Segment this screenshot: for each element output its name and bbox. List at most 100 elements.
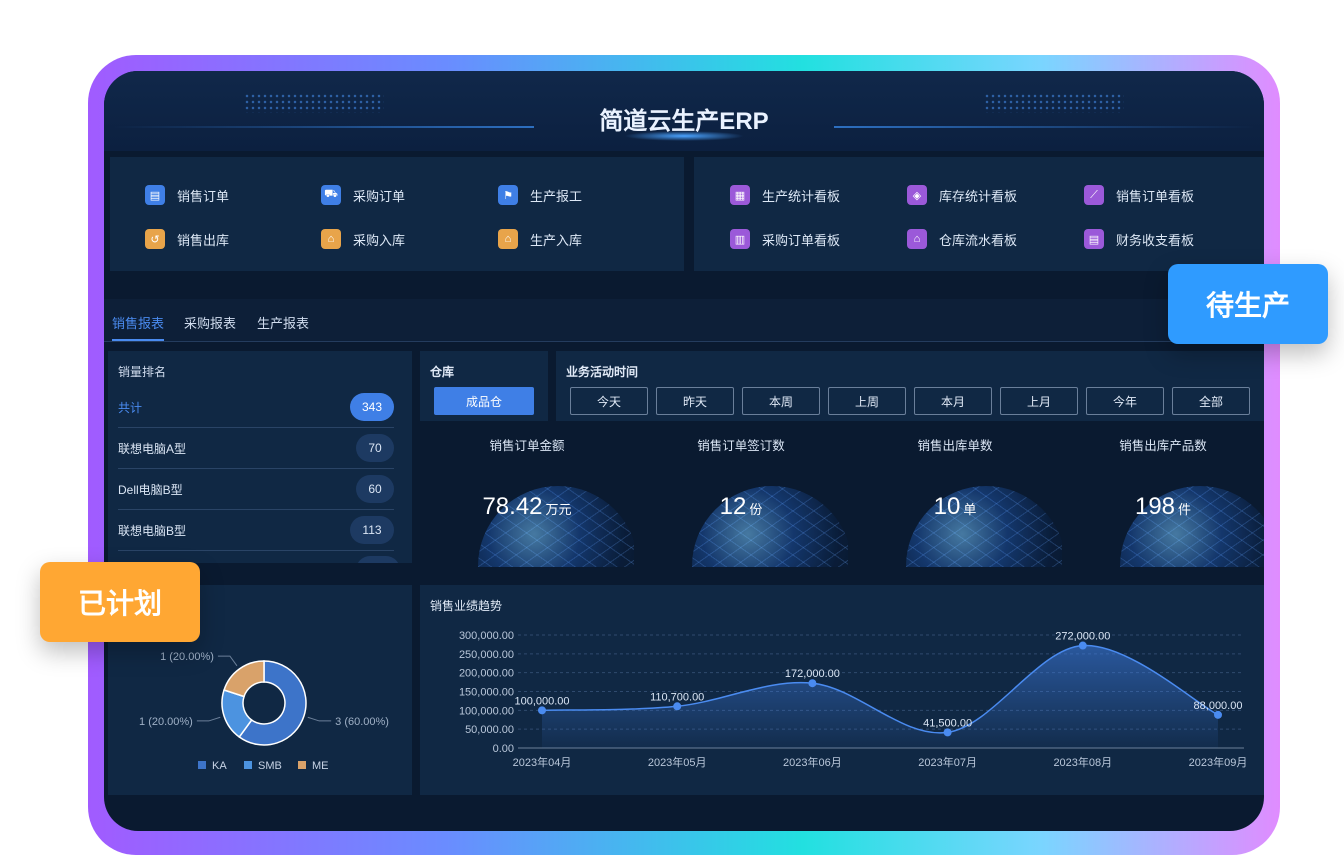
- kpi-outbound-order-count: 销售出库单数 10 单: [848, 431, 1062, 567]
- nav-item-label: 财务收支看板: [1116, 232, 1195, 248]
- ranking-row-value: 113: [350, 516, 394, 544]
- dashboard-screen: 简道云生产ERP ▤ 销售订单 ⛟ 采购订单 ⚑ 生产报工 ↺ 销售出库 ⌂ 采…: [104, 71, 1264, 831]
- nav-item-production-report[interactable]: ⚑ 生产报工: [498, 185, 582, 205]
- time-option-last-week[interactable]: 上周: [828, 387, 906, 415]
- table-row[interactable]: Dell电脑B型 60: [118, 469, 394, 510]
- time-option-this-week[interactable]: 本周: [742, 387, 820, 415]
- nav-item-label: 生产入库: [530, 232, 583, 248]
- kpi-value: 78.42 万元: [482, 493, 572, 520]
- ranking-row-value: 60: [356, 475, 394, 503]
- trend-area: [542, 645, 1218, 748]
- nav-item-purchase-inbound[interactable]: ⌂ 采购入库: [321, 229, 405, 249]
- kpi-value: 10 单: [933, 493, 977, 520]
- y-tick-label: 300,000.00: [459, 630, 514, 642]
- nav-item-label: 仓库流水看板: [939, 232, 1018, 248]
- inbox-icon: ⌂: [321, 229, 341, 249]
- y-tick-label: 200,000.00: [459, 668, 514, 680]
- kpi-value: 12 份: [719, 493, 763, 520]
- data-label: 100,000.00: [514, 695, 569, 707]
- ranking-row-total[interactable]: 共计 343: [118, 387, 394, 428]
- x-tick-label: 2023年09月: [1189, 755, 1248, 769]
- time-option-yesterday[interactable]: 昨天: [656, 387, 734, 415]
- report-tabs: 销售报表 采购报表 生产报表: [104, 299, 1264, 342]
- data-label: 41,500.00: [923, 717, 972, 729]
- nav-item-label: 采购订单看板: [762, 232, 841, 248]
- sales-ranking-card: 销量排名 共计 343 联想电脑A型 70 Dell电脑B型 60 联想电脑B型…: [108, 351, 412, 563]
- data-label: 88,000.00: [1194, 700, 1243, 712]
- x-tick-label: 2023年08月: [1053, 755, 1112, 769]
- data-label: 272,000.00: [1055, 631, 1110, 643]
- x-tick-label: 2023年05月: [648, 755, 707, 769]
- sales-trend-card: 销售业绩趋势 300,000.00 250,000.00 200,000.00 150…: [420, 585, 1264, 795]
- table-row[interactable]: 联想电脑A型 70: [118, 428, 394, 469]
- ranking-row-name: 联想电脑B型: [118, 523, 187, 538]
- nav-item-sales-outbound[interactable]: ↺ 销售出库: [145, 229, 229, 249]
- x-tick-label: 2023年07月: [918, 755, 977, 769]
- nav-item-purchase-order-board[interactable]: ▥ 采购订单看板: [730, 229, 840, 249]
- line-chart-icon: ⟋: [1084, 185, 1104, 205]
- kpi-sales-order-amount: 销售订单金额 78.42 万元: [420, 431, 634, 567]
- nav-item-sales-order-board[interactable]: ⟋ 销售订单看板: [1084, 185, 1194, 205]
- flag-icon: ⚑: [498, 185, 518, 205]
- donut-label-line: [196, 716, 221, 722]
- dashboard-icon: ▦: [730, 185, 750, 205]
- kpi-value: 198 件: [1134, 493, 1192, 520]
- ranking-scroll-hint: [356, 556, 400, 563]
- x-tick-label: 2023年04月: [513, 755, 572, 769]
- tab-sales-report[interactable]: 销售报表: [112, 313, 165, 341]
- donut-slice: [223, 660, 265, 698]
- nav-item-label: 生产统计看板: [762, 188, 841, 204]
- warehouse-filter: 仓库 成品仓: [420, 351, 548, 421]
- nav-panel-operations: ▤ 销售订单 ⛟ 采购订单 ⚑ 生产报工 ↺ 销售出库 ⌂ 采购入库 ⌂ 生产入…: [110, 157, 684, 271]
- trend-point: [673, 702, 682, 711]
- money-icon: ▤: [1084, 229, 1104, 249]
- kpi-label: 销售订单金额: [489, 439, 565, 453]
- table-row[interactable]: 联想电脑B型 113: [118, 510, 394, 551]
- legend-swatch: [298, 761, 306, 769]
- time-option-this-month[interactable]: 本月: [914, 387, 992, 415]
- data-label: 110,700.00: [650, 691, 704, 703]
- box-icon: ◈: [907, 185, 927, 205]
- warehouse-label: 仓库: [430, 365, 455, 379]
- nav-item-sales-order[interactable]: ▤ 销售订单: [145, 185, 229, 205]
- tab-purchase-report[interactable]: 采购报表: [184, 313, 236, 332]
- legend-label: KA: [212, 760, 227, 772]
- nav-item-production-inbound[interactable]: ⌂ 生产入库: [498, 229, 582, 249]
- warehouse-option-finished[interactable]: 成品仓: [434, 387, 534, 415]
- donut-label-line: [307, 716, 332, 722]
- ranking-row-name: Dell电脑B型: [118, 482, 183, 497]
- time-option-today[interactable]: 今天: [570, 387, 648, 415]
- nav-item-warehouse-flow-board[interactable]: ⌂ 仓库流水看板: [907, 229, 1017, 249]
- nav-item-label: 销售订单看板: [1116, 188, 1195, 204]
- trend-chart: 300,000.00 250,000.00 200,000.00 150,000.00…: [459, 630, 1248, 769]
- ranking-row-name: 共计: [118, 400, 143, 415]
- header: 简道云生产ERP: [104, 71, 1264, 151]
- x-tick-label: 2023年06月: [783, 755, 842, 769]
- ranking-row-value: 343: [350, 393, 394, 421]
- nav-item-purchase-order[interactable]: ⛟ 采购订单: [321, 185, 405, 205]
- legend-label: ME: [312, 760, 329, 772]
- status-badge-planned: 已计划: [40, 562, 200, 642]
- nav-item-label: 采购订单: [353, 188, 406, 204]
- nav-item-label: 销售出库: [177, 232, 230, 248]
- tab-production-report[interactable]: 生产报表: [257, 313, 309, 332]
- nav-item-inventory-stats-board[interactable]: ◈ 库存统计看板: [907, 185, 1017, 205]
- nav-item-label: 采购入库: [353, 232, 406, 248]
- time-filter: 业务活动时间 今天 昨天 本周 上周 本月 上月 今年 全部: [556, 351, 1264, 421]
- time-option-this-year[interactable]: 今年: [1086, 387, 1164, 415]
- factory-icon: ⌂: [498, 229, 518, 249]
- bar-chart-icon: ▥: [730, 229, 750, 249]
- kpi-sales-order-count: 销售订单签订数 12 份: [634, 431, 848, 567]
- nav-item-label: 销售订单: [177, 188, 230, 204]
- trend-title: 销售业绩趋势: [430, 599, 503, 613]
- ranking-title: 销量排名: [118, 365, 167, 379]
- trend-point: [808, 679, 817, 688]
- nav-item-production-stats-board[interactable]: ▦ 生产统计看板: [730, 185, 840, 205]
- trend-point: [1078, 641, 1087, 650]
- nav-item-label: 库存统计看板: [939, 188, 1018, 204]
- time-filter-label: 业务活动时间: [566, 365, 639, 379]
- nav-item-finance-board[interactable]: ▤ 财务收支看板: [1084, 229, 1194, 249]
- y-tick-label: 150,000.00: [459, 687, 514, 699]
- time-option-last-month[interactable]: 上月: [1000, 387, 1078, 415]
- time-option-all[interactable]: 全部: [1172, 387, 1250, 415]
